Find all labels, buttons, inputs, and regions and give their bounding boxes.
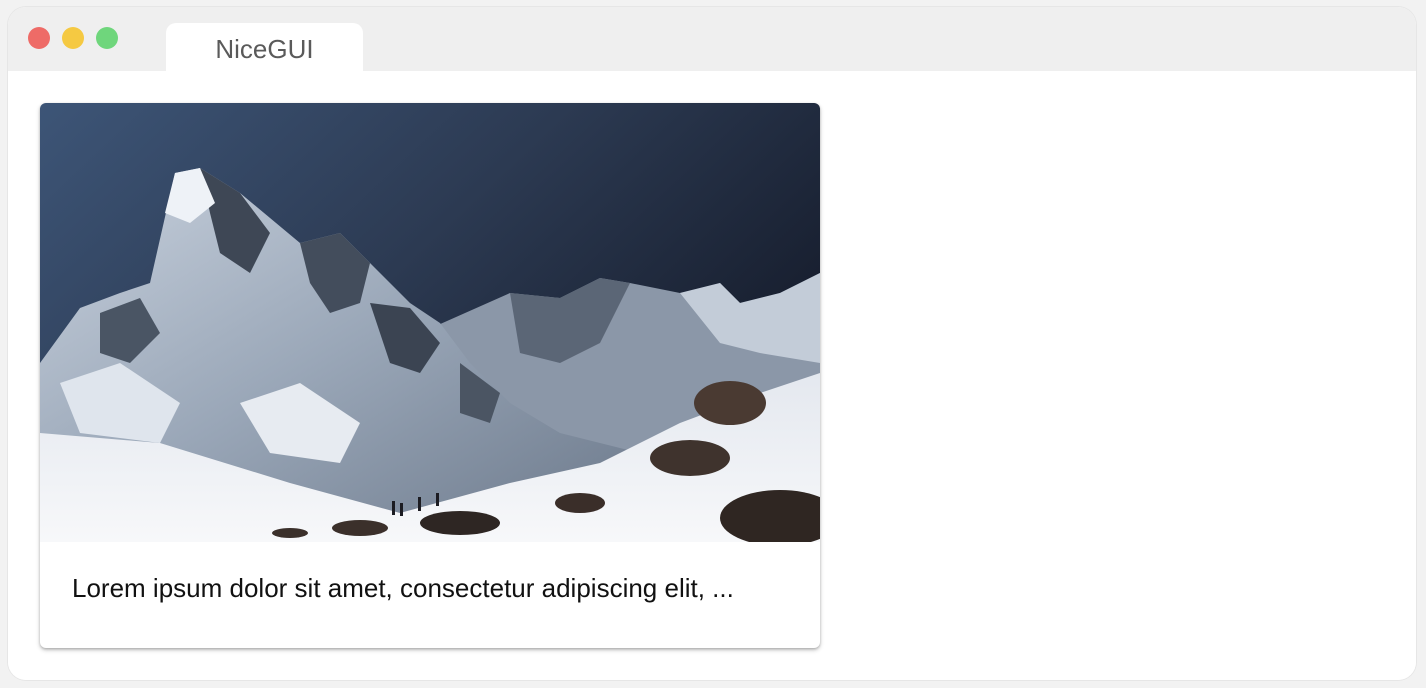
tab-nicegui[interactable]: NiceGUI <box>166 23 363 71</box>
card: Lorem ipsum dolor sit amet, consectetur … <box>40 103 820 648</box>
page-content: Lorem ipsum dolor sit amet, consectetur … <box>8 71 1416 680</box>
browser-window: NiceGUI Lorem ipsum dolor sit amet, cons… <box>8 7 1416 680</box>
title-bar: NiceGUI <box>8 7 1416 71</box>
close-window-button[interactable] <box>28 27 50 49</box>
minimize-window-button[interactable] <box>62 27 84 49</box>
tab-title: NiceGUI <box>215 33 314 64</box>
maximize-window-button[interactable] <box>96 27 118 49</box>
card-image <box>40 103 820 542</box>
mountain-image <box>40 103 820 542</box>
card-text: Lorem ipsum dolor sit amet, consectetur … <box>72 573 734 603</box>
